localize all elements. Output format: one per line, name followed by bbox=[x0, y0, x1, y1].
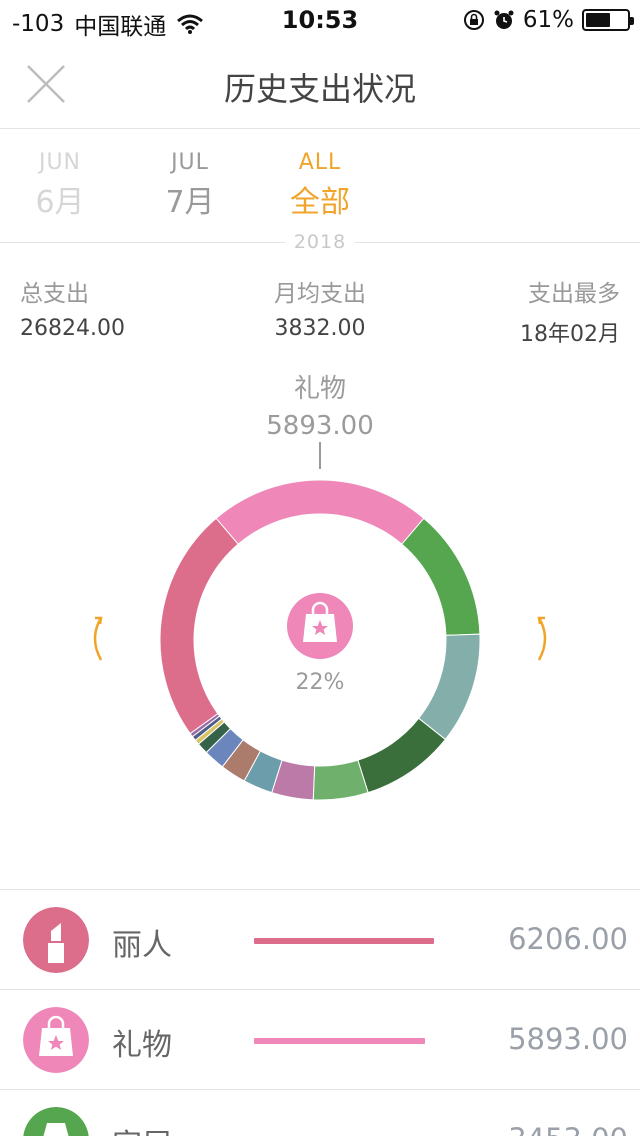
list-item-value: 6206.00 bbox=[508, 922, 628, 956]
list-item[interactable]: 丽人 6206.00 bbox=[0, 889, 640, 989]
donut-segment-3[interactable] bbox=[357, 717, 447, 794]
category-list: 丽人 6206.00 礼物 5893.00 家居 3453.00 bbox=[0, 889, 640, 1136]
donut-segment-0[interactable] bbox=[215, 479, 425, 545]
rotate-right-icon[interactable] bbox=[534, 612, 554, 664]
rotate-left-icon[interactable] bbox=[86, 612, 106, 664]
list-item[interactable]: 家居 3453.00 bbox=[0, 1089, 640, 1136]
gift-bag-icon bbox=[23, 1007, 89, 1073]
lipstick-icon bbox=[23, 907, 89, 973]
center-gift-icon bbox=[287, 593, 353, 659]
donut-segment-1[interactable] bbox=[401, 517, 481, 636]
list-item[interactable]: 礼物 5893.00 bbox=[0, 989, 640, 1089]
list-item-bar bbox=[254, 938, 434, 944]
list-item-name: 礼物 bbox=[112, 1028, 172, 1063]
donut-chart[interactable] bbox=[0, 0, 640, 880]
donut-segment-4[interactable] bbox=[312, 759, 369, 801]
list-item-bar bbox=[254, 1038, 425, 1044]
center-percentage: 22% bbox=[295, 670, 345, 695]
list-item-name: 丽人 bbox=[112, 928, 172, 963]
list-item-value: 3453.00 bbox=[508, 1122, 628, 1136]
list-item-value: 5893.00 bbox=[508, 1022, 628, 1056]
lamp-icon bbox=[23, 1107, 89, 1136]
donut-segment-13[interactable] bbox=[159, 517, 239, 735]
list-item-name: 家居 bbox=[112, 1120, 172, 1136]
